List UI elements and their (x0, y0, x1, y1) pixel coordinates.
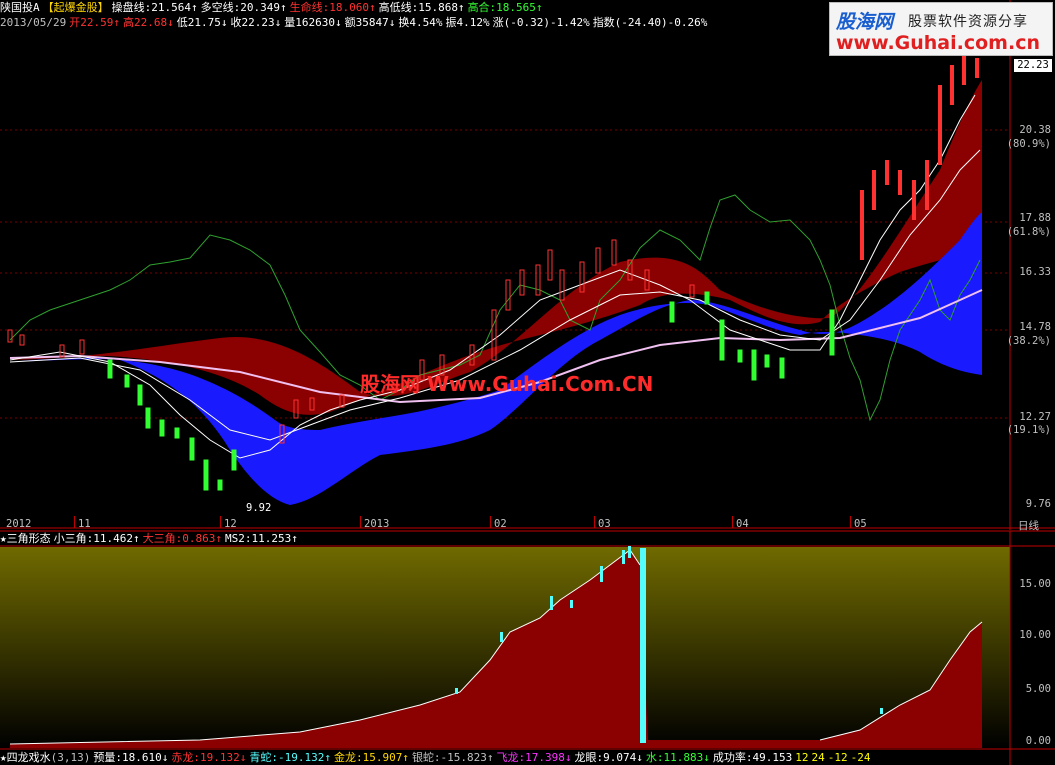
price-tick-0-pct: (80.9%) (1006, 138, 1051, 150)
sub1-tick-2: 5.00 (1025, 683, 1051, 695)
date-divider (594, 516, 595, 528)
sub2-item-10: 24 (811, 751, 825, 764)
date-divider (490, 516, 491, 528)
sub2-item-5: 飞龙:17.398↓ (496, 751, 572, 764)
current-price-label: 22.23 (1014, 59, 1052, 72)
date-divider (74, 516, 75, 528)
date-tick-6: 04 (736, 518, 749, 530)
watermark-url: www.Guhai.com.cn (836, 32, 1040, 54)
quote-date: 2013/05/29 (0, 16, 67, 29)
quote-change: 涨(-0.32)-1.42% (492, 16, 590, 29)
sub1-tick-0: 15.00 (1019, 578, 1051, 590)
price-tick-2: 16.33 (1019, 266, 1051, 278)
sub2-item-3: 金龙:15.907↑ (333, 751, 409, 764)
low-price-marker: 9.92 (246, 502, 272, 514)
sub2-item-2: 青蛇:-19.132↑ (249, 751, 331, 764)
sub2-item-7: 水:11.883↓ (645, 751, 710, 764)
sub1-spike (640, 548, 646, 743)
indicator-item-0: 操盘线:21.564↑ (111, 1, 198, 14)
sub1-tick-3: 0.00 (1025, 735, 1051, 747)
sub1-item-2: MS2:11.253↑ (224, 532, 298, 545)
quote-close: 收22.23↓ (230, 16, 282, 29)
date-tick-2: 12 (224, 518, 237, 530)
price-tick-0: 20.38 (1019, 124, 1051, 136)
center-watermark: 股海网 Www.Guhai.Com.CN (360, 372, 654, 396)
indicator-item-2: 生命线:18.060↑ (289, 1, 376, 14)
date-divider (360, 516, 361, 528)
price-tick-1-pct: (61.8%) (1006, 226, 1051, 238)
date-tick-3: 2013 (364, 518, 390, 530)
sub2-item-12: -24 (850, 751, 871, 764)
stock-name[interactable]: 陕国投A (0, 1, 40, 14)
indicator-item-4: 高合:18.565↑ (467, 1, 543, 14)
date-divider (220, 516, 221, 528)
quote-open: 开22.59↑ (69, 16, 120, 29)
quote-high: 高22.68↓ (122, 16, 174, 29)
price-tick-3: 14.78 (1019, 321, 1051, 333)
sub2-item-1: 赤龙:19.132↓ (171, 751, 247, 764)
date-tick-1: 11 (78, 518, 91, 530)
quote-volume: 量162630↓ (284, 16, 342, 29)
sub2-title[interactable]: ★四龙戏水 (0, 751, 51, 764)
sub1-title[interactable]: ★三角形态 (0, 532, 51, 545)
sub1-header: ★三角形态 小三角:11.462↑ 大三角:0.863↑ MS2:11.253↑ (0, 532, 301, 546)
date-tick-5: 03 (598, 518, 611, 530)
sub2-item-11: -12 (827, 751, 848, 764)
indicator-item-1: 多空线:20.349↑ (200, 1, 287, 14)
watermark-banner: 股海网 股票软件资源分享 www.Guhai.com.cn (829, 2, 1053, 56)
sub1-item-1: 大三角:0.863↑ (142, 532, 222, 545)
sub2-item-0: 预量:18.610↓ (93, 751, 169, 764)
sub2-params: (3,13) (50, 751, 91, 764)
indicator-item-3: 高低线:15.868↑ (378, 1, 465, 14)
quote-line: 2013/05/29 开22.59↑ 高22.68↓ 低21.75↓ 收22.23↓ 量1… (0, 16, 710, 30)
watermark-logo: 股海网 (836, 11, 894, 33)
quote-turnover: 换4.54% (398, 16, 443, 29)
sub1-item-0: 小三角:11.462↑ (53, 532, 140, 545)
price-tick-4: 12.27 (1019, 411, 1051, 423)
price-tick-4-pct: (19.1%) (1006, 424, 1051, 436)
sub2-header: ★四龙戏水(3,13) 预量:18.610↓ 赤龙:19.132↓ 青蛇:-19.13… (0, 751, 873, 765)
date-divider (732, 516, 733, 528)
date-tick-7: 05 (854, 518, 867, 530)
indicator-name[interactable]: 【起爆金股】 (43, 1, 109, 14)
sub2-item-6: 龙眼:9.074↓ (574, 751, 643, 764)
price-tick-3-pct: (38.2%) (1006, 335, 1051, 347)
price-tick-1: 17.88 (1019, 212, 1051, 224)
watermark-tagline: 股票软件资源分享 (908, 14, 1028, 30)
quote-amount: 额35847↓ (344, 16, 396, 29)
sub2-item-9: 12 (795, 751, 809, 764)
date-tick-0: 2012 (6, 518, 32, 530)
sub2-item-8: 成功率:49.153 (712, 751, 793, 764)
quote-index: 指数(-24.40)-0.26% (592, 16, 708, 29)
price-tick-5: 9.76 (1025, 498, 1051, 510)
period-selector[interactable]: 日线 (1018, 518, 1039, 533)
date-tick-4: 02 (494, 518, 507, 530)
sub1-tick-1: 10.00 (1019, 629, 1051, 641)
quote-low: 低21.75↓ (176, 16, 228, 29)
sub2-item-4: 银蛇:-15.823↑ (411, 751, 494, 764)
quote-amplitude: 振4.12% (445, 16, 490, 29)
main-indicator-header: 陕国投A 【起爆金股】 操盘线:21.564↑ 多空线:20.349↑ 生命线:18.0… (0, 1, 546, 15)
date-divider (850, 516, 851, 528)
